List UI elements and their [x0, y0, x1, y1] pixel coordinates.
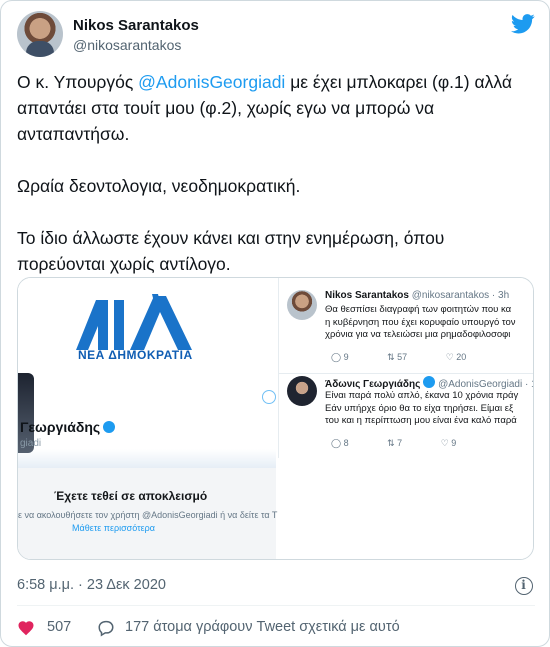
tweet-media[interactable]: ΝΕΑ ΔΗΜΟΚΡΑΤΙΑ Γεωργιάδης giadi Έχετε τε…: [17, 277, 534, 560]
embedded-line: η κυβέρνηση που έχει κορυφαίο υπουργό το…: [325, 316, 516, 328]
tweet-text: Ο κ. Υπουργός @AdonisGeorgiadi με έχει μ…: [17, 69, 537, 277]
blocked-profile-handle: giadi: [20, 438, 42, 449]
embedded-tweet-body: Είναι παρά πολύ απλό, έκανα 10 χρόνια πρ…: [325, 390, 533, 428]
blocked-profile-name: Γεωργιάδης: [20, 419, 116, 435]
tweet-actions: 507 177 άτομα γράφουν Tweet σχετικά με α…: [17, 617, 535, 639]
media-image-blocked-profile[interactable]: ΝΕΑ ΔΗΜΟΚΡΑΤΙΑ Γεωργιάδης giadi Έχετε τε…: [18, 278, 278, 559]
retweet-count-text: 57: [397, 352, 408, 362]
media-image-replies[interactable]: Nikos Sarantakos @nikosarantakos · 3h Θα…: [278, 278, 534, 458]
tweet-paragraph-1: Ο κ. Υπουργός @AdonisGeorgiadi με έχει μ…: [17, 69, 537, 147]
retweet-count: ⇅ 7: [387, 438, 403, 448]
twitter-bird-icon[interactable]: [511, 13, 535, 35]
media-blank-area: [278, 458, 533, 559]
retweet-count-text: 7: [397, 438, 403, 448]
like-count-small: ♡ 9: [440, 438, 457, 448]
tweet-timestamp[interactable]: 6:58 μ.μ. · 23 Δεκ 2020: [17, 577, 166, 593]
like-count-small: ♡ 20: [445, 352, 467, 362]
verified-badge-icon: [103, 421, 116, 433]
embedded-avatar: [287, 376, 317, 406]
embedded-line: χρόνια για να τελειώσει μια ρημαδοφιλοσο…: [325, 329, 511, 340]
embedded-line: Εάν υπήρχε όριο θα το είχα τηρήσει. Είμα…: [325, 402, 514, 414]
like-count-text: 9: [451, 438, 457, 448]
blocked-title: Έχετε τεθεί σε αποκλεισμό: [54, 489, 208, 503]
author-handle[interactable]: @nikosarantakos: [73, 37, 181, 53]
like-count[interactable]: 507: [47, 619, 71, 635]
embedded-meta: @nikosarantakos · 3h: [411, 290, 510, 301]
divider: [17, 605, 535, 606]
embedded-name: Άδωνις Γεωργιάδης: [325, 379, 421, 390]
author-name[interactable]: Nikos Sarantakos: [73, 17, 199, 34]
embedded-tweet-actions: ◯ 9 ⇅ 57 ♡ 20: [331, 352, 502, 363]
mention-link[interactable]: @AdonisGeorgiadi: [138, 72, 285, 92]
reply-count-text: 8: [343, 438, 349, 448]
tweet-card: Nikos Sarantakos @nikosarantakos Ο κ. Υπ…: [0, 0, 550, 647]
embedded-tweet-body: Θα θεσπίσει διαγραφή των φοιτητών που κα…: [325, 304, 533, 342]
retweet-count: ⇅ 57: [387, 352, 408, 362]
tweet-text-part: Ο κ. Υπουργός: [17, 72, 139, 92]
embedded-line: Είναι παρά πολύ απλό, έκανα 10 χρόνια πρ…: [325, 390, 519, 401]
embedded-avatar: [287, 290, 317, 320]
reply-count-text: 9: [343, 352, 349, 362]
nd-logo-text: ΝΕΑ ΔΗΜΟΚΡΑΤΙΑ: [78, 348, 193, 362]
learn-more-link[interactable]: Μάθετε περισσότερα: [72, 523, 155, 533]
info-icon[interactable]: [515, 577, 533, 595]
embedded-tweet-header: Άδωνις Γεωργιάδης @AdonisGeorgiadi · 1: [325, 376, 534, 390]
embedded-name: Nikos Sarantakos: [325, 290, 409, 301]
author-avatar[interactable]: [17, 11, 63, 57]
blocked-description: ε να ακολουθήσετε τον χρήστη @AdonisGeor…: [18, 510, 278, 520]
reply-bubble-icon[interactable]: [97, 619, 115, 637]
embedded-line: του και η περίπτωση μου είναι ένα καλό π…: [325, 415, 517, 426]
blocked-profile-name-text: Γεωργιάδης: [20, 419, 101, 435]
reply-count: ◯ 8: [331, 438, 349, 448]
tweet-header: Nikos Sarantakos @nikosarantakos: [17, 11, 535, 57]
like-count-text: 20: [456, 352, 467, 362]
embedded-tweet-1: Nikos Sarantakos @nikosarantakos · 3h Θα…: [287, 290, 533, 370]
embedded-tweet-header: Nikos Sarantakos @nikosarantakos · 3h: [325, 290, 509, 301]
embedded-meta: @AdonisGeorgiadi · 1: [438, 379, 534, 390]
embedded-tweet-actions: ◯ 8 ⇅ 7 ♡ 9: [331, 438, 492, 449]
tweet-paragraph-2: Ωραία δεοντολογια, νεοδημοκρατική.: [17, 176, 301, 196]
nd-logo-icon: [76, 294, 192, 350]
heart-icon[interactable]: [17, 619, 35, 637]
embedded-line: Θα θεσπίσει διαγραφή των φοιτητών που κα: [325, 304, 512, 315]
conversation-link[interactable]: 177 άτομα γράφουν Tweet σχετικά με αυτό: [125, 619, 400, 635]
embedded-tweet-2: Άδωνις Γεωργιάδης @AdonisGeorgiadi · 1 Ε…: [287, 376, 534, 454]
profile-banner: ΝΕΑ ΔΗΜΟΚΡΑΤΙΑ: [18, 278, 276, 468]
embedded-divider: [279, 373, 533, 374]
reply-count: ◯ 9: [331, 352, 349, 362]
tweet-paragraph-3: Το ίδιο άλλωστε έχουν κάνει και στην ενη…: [17, 228, 445, 274]
more-button[interactable]: [262, 390, 276, 404]
verified-badge-icon: [423, 376, 436, 388]
